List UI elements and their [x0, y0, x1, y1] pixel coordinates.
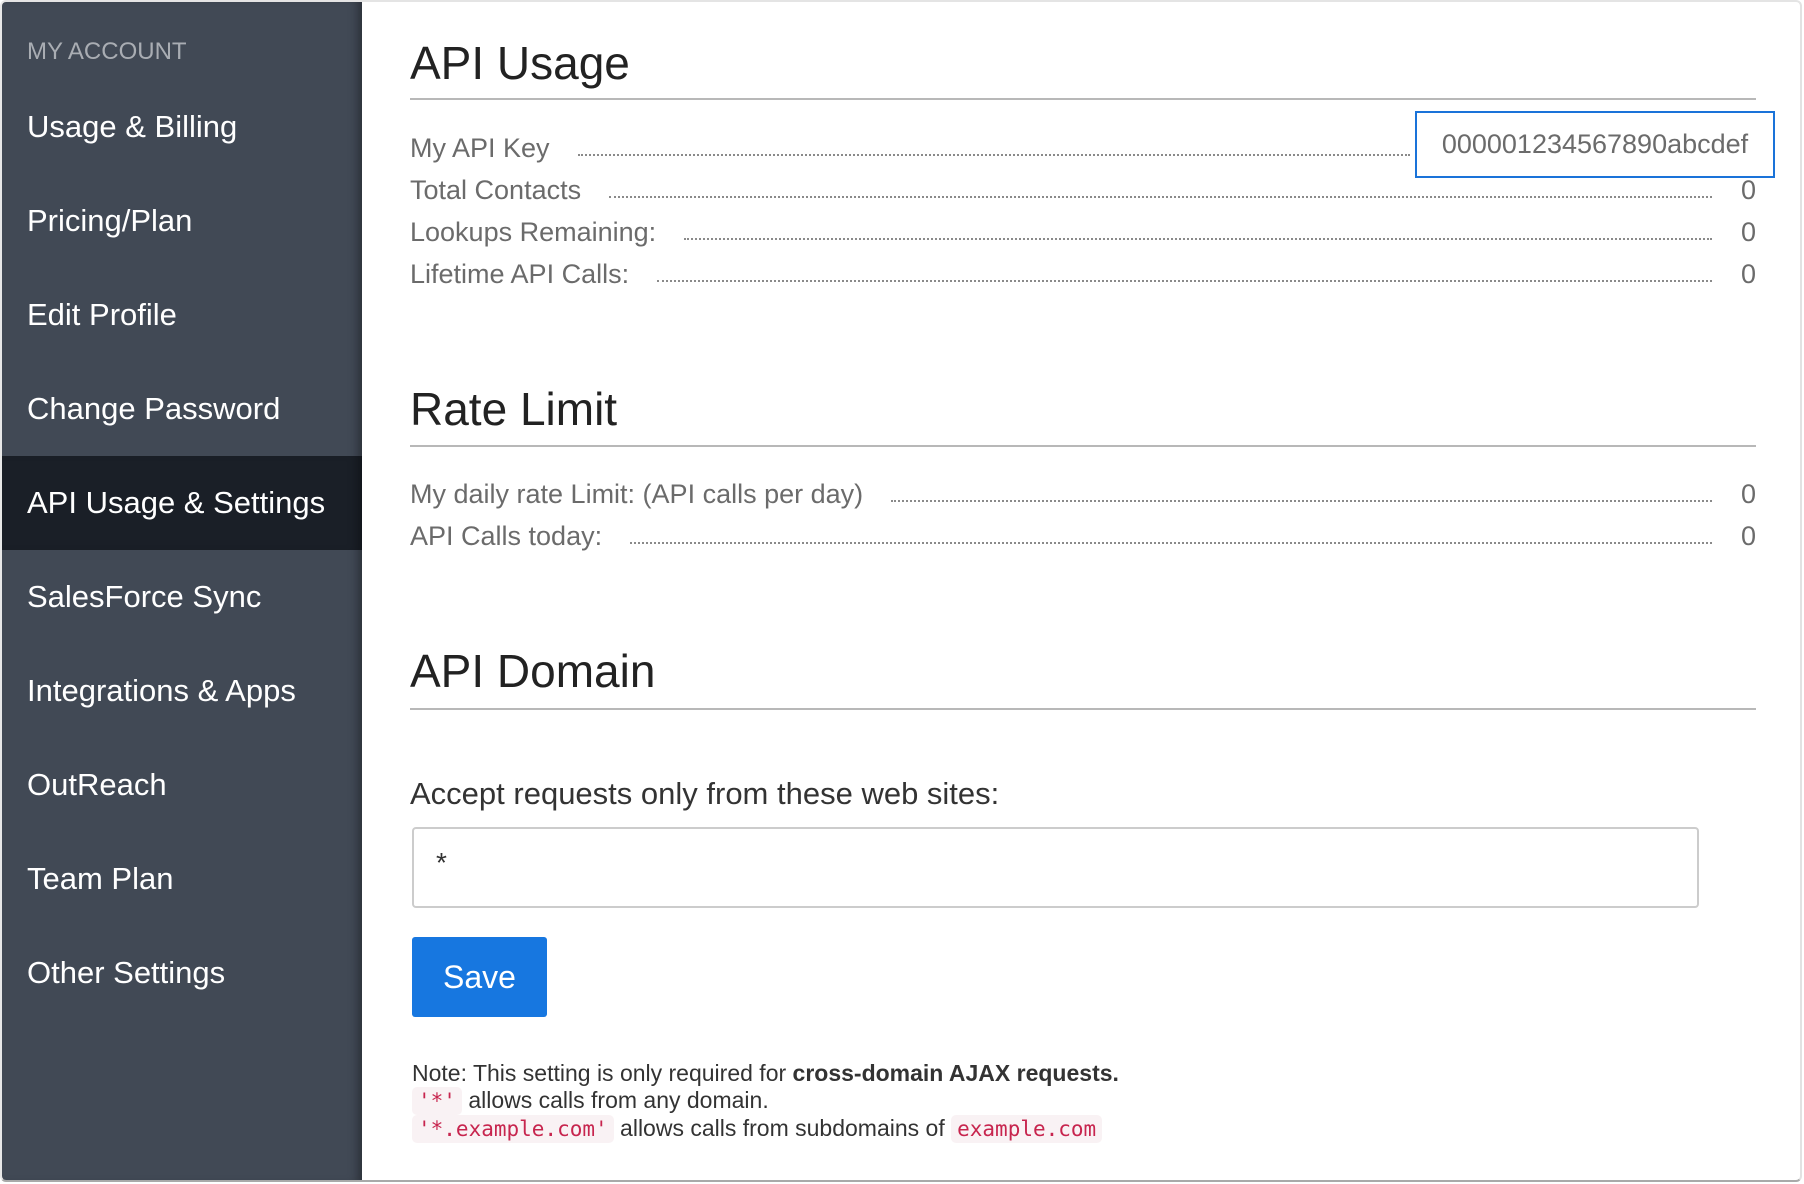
save-button[interactable]: Save [412, 937, 547, 1017]
sidebar-item-other-settings[interactable]: Other Settings [2, 926, 362, 1020]
sidebar-item-label: Usage & Billing [27, 109, 238, 144]
api-usage-title: API Usage [410, 37, 630, 89]
sidebar-item-label: Integrations & Apps [27, 673, 296, 708]
sidebar: MY ACCOUNT Usage & Billing Pricing/Plan … [2, 2, 362, 1180]
dotted-leader [891, 500, 1712, 502]
stat-value: 0 [1740, 259, 1756, 289]
note-line-3: '*.example.com' allows calls from subdom… [412, 1115, 1119, 1143]
sidebar-heading: MY ACCOUNT [27, 38, 187, 65]
sidebar-item-pricing-plan[interactable]: Pricing/Plan [2, 174, 362, 268]
sidebar-item-label: Pricing/Plan [27, 203, 193, 238]
note-prefix: Note: This setting is only required for [412, 1060, 793, 1086]
section-divider [410, 98, 1756, 100]
stat-label: Total Contacts [410, 175, 582, 205]
note-text: allows calls from subdomains of [613, 1115, 952, 1141]
api-key-label: My API Key [410, 133, 550, 163]
stat-label: Lookups Remaining: [410, 217, 657, 247]
code-wildcard: '*' [412, 1087, 462, 1115]
dotted-leader [577, 154, 1410, 156]
sidebar-item-outreach[interactable]: OutReach [2, 738, 362, 832]
sidebar-item-change-password[interactable]: Change Password [2, 362, 362, 456]
stat-row-lookups-remaining: Lookups Remaining: 0 [410, 208, 1756, 248]
sidebar-item-label: Team Plan [27, 861, 174, 896]
dotted-leader [657, 280, 1712, 282]
stat-value: 0 [1740, 479, 1756, 509]
sidebar-item-edit-profile[interactable]: Edit Profile [2, 268, 362, 362]
note-line-2: '*' allows calls from any domain. [412, 1087, 1119, 1115]
section-divider [410, 708, 1756, 710]
main-content: API Usage My API Key 000001234567890abcd… [410, 2, 1775, 1180]
sidebar-item-usage-billing[interactable]: Usage & Billing [2, 80, 362, 174]
domain-field-label: Accept requests only from these web site… [410, 776, 1000, 811]
sidebar-item-label: API Usage & Settings [27, 485, 326, 520]
sidebar-item-label: OutReach [27, 767, 167, 802]
code-domain: example.com [951, 1115, 1103, 1143]
dotted-leader [609, 196, 1712, 198]
dotted-leader [630, 542, 1712, 544]
api-key-row: My API Key [410, 124, 1410, 164]
sidebar-item-team-plan[interactable]: Team Plan [2, 832, 362, 926]
sidebar-item-label: Other Settings [27, 955, 226, 990]
api-domain-title: API Domain [410, 645, 656, 697]
code-subdomain-wildcard: '*.example.com' [412, 1115, 614, 1143]
stat-value: 0 [1740, 217, 1756, 247]
note-text: allows calls from any domain. [461, 1087, 769, 1113]
stat-label: Lifetime API Calls: [410, 259, 630, 289]
stat-value: 0 [1740, 521, 1756, 551]
sidebar-item-label: Change Password [27, 391, 281, 426]
rate-limit-title: Rate Limit [410, 383, 618, 435]
note-line-1: Note: This setting is only required for … [412, 1060, 1119, 1087]
stat-row-api-calls-today: API Calls today: 0 [410, 512, 1756, 552]
sidebar-item-integrations-apps[interactable]: Integrations & Apps [2, 644, 362, 738]
sidebar-item-label: SalesForce Sync [27, 579, 262, 614]
stat-label: My daily rate Limit: (API calls per day) [410, 479, 864, 509]
note-bold: cross-domain AJAX requests. [792, 1060, 1119, 1086]
sidebar-item-salesforce-sync[interactable]: SalesForce Sync [2, 550, 362, 644]
stat-row-lifetime-api-calls: Lifetime API Calls: 0 [410, 250, 1756, 290]
stat-label: API Calls today: [410, 521, 603, 551]
domain-note: Note: This setting is only required for … [412, 1060, 1119, 1143]
dotted-leader [684, 238, 1712, 240]
section-divider [410, 445, 1756, 447]
stat-row-daily-rate-limit: My daily rate Limit: (API calls per day)… [410, 470, 1756, 510]
allowed-domains-input[interactable] [412, 827, 1699, 908]
stat-value: 0 [1740, 175, 1756, 205]
sidebar-item-label: Edit Profile [27, 297, 177, 332]
sidebar-item-api-usage-settings[interactable]: API Usage & Settings [2, 456, 362, 550]
stat-row-total-contacts: Total Contacts 0 [410, 166, 1756, 206]
page-frame: MY ACCOUNT Usage & Billing Pricing/Plan … [0, 0, 1802, 1182]
